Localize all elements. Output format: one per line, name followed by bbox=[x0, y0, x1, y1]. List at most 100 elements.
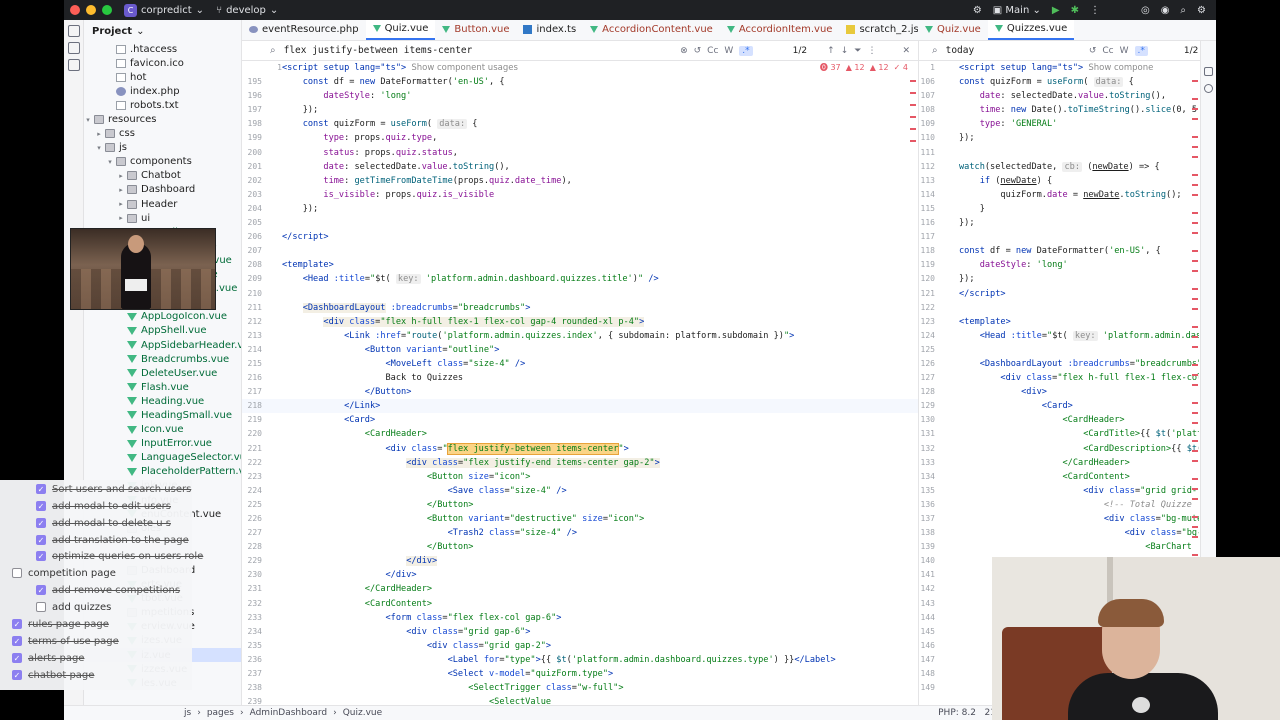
todo-item[interactable]: add quizzes bbox=[36, 599, 111, 615]
regex-toggle[interactable]: .* bbox=[739, 45, 753, 56]
tree-item[interactable]: Breadcrumbs.vue bbox=[84, 352, 241, 366]
error-marker[interactable] bbox=[1192, 326, 1198, 328]
error-marker[interactable] bbox=[1192, 554, 1198, 556]
inspection-summary[interactable]: ⓿ 37 ▲ 12 ▲ 12 ✓ 4 bbox=[820, 61, 908, 75]
left-search-input[interactable]: flex justify-between items-center bbox=[284, 45, 680, 56]
error-marker[interactable] bbox=[1192, 526, 1198, 528]
editor-tab[interactable]: Quizzes.vue bbox=[987, 20, 1075, 40]
show-usages-link[interactable]: Show component usages bbox=[411, 63, 518, 73]
editor-tab[interactable]: Quiz.vue bbox=[365, 20, 436, 40]
expand-arrow-icon[interactable]: ▾ bbox=[84, 116, 92, 124]
todo-checkbox[interactable]: ✓ bbox=[12, 619, 22, 629]
error-marker[interactable] bbox=[1192, 98, 1198, 100]
history-icon[interactable]: ↺ bbox=[694, 46, 702, 56]
tree-item[interactable]: ▸ Dashboard bbox=[84, 183, 241, 197]
editor-tab[interactable]: scratch_2.js bbox=[839, 20, 918, 40]
todo-item[interactable]: ✓ alerts page bbox=[12, 650, 84, 666]
error-marker[interactable] bbox=[1192, 336, 1198, 338]
breadcrumb-item[interactable]: pages bbox=[207, 708, 234, 718]
tree-item[interactable]: .htaccess bbox=[84, 42, 241, 56]
tree-item[interactable]: LanguageSelector.vue bbox=[84, 451, 241, 465]
editor-tab[interactable]: index.ts bbox=[516, 20, 583, 40]
tree-item[interactable]: ▾ components bbox=[84, 155, 241, 169]
error-marker[interactable] bbox=[1192, 260, 1198, 262]
error-marker[interactable] bbox=[1192, 488, 1198, 490]
error-marker[interactable] bbox=[1192, 412, 1198, 414]
error-marker[interactable] bbox=[1192, 270, 1198, 272]
tree-item[interactable]: hot bbox=[84, 70, 241, 84]
tree-item[interactable]: ▾ js bbox=[84, 141, 241, 155]
todo-checkbox[interactable] bbox=[36, 602, 46, 612]
whole-words-toggle[interactable]: W bbox=[724, 46, 733, 56]
todo-checkbox[interactable]: ✓ bbox=[12, 636, 22, 646]
right-search-input[interactable]: today bbox=[946, 45, 1089, 56]
history-icon[interactable]: ↺ bbox=[1089, 46, 1097, 56]
match-case-toggle[interactable]: Cc bbox=[1102, 46, 1113, 56]
error-marker[interactable] bbox=[1192, 222, 1198, 224]
tree-item[interactable]: ▸ css bbox=[84, 127, 241, 141]
editor-tab[interactable]: Button.vue bbox=[435, 20, 516, 40]
todo-checkbox[interactable]: ✓ bbox=[36, 484, 46, 494]
error-marker[interactable] bbox=[1192, 536, 1198, 538]
error-marker[interactable] bbox=[1192, 80, 1198, 82]
error-marker[interactable] bbox=[1192, 498, 1198, 500]
tree-item[interactable]: Flash.vue bbox=[84, 380, 241, 394]
tree-item[interactable]: PlaceholderPattern.vue bbox=[84, 465, 241, 479]
error-marker[interactable] bbox=[1192, 450, 1198, 452]
todo-checkbox[interactable]: ✓ bbox=[12, 653, 22, 663]
commit-tool-icon[interactable] bbox=[67, 42, 80, 54]
todo-checkbox[interactable]: ✓ bbox=[36, 518, 46, 528]
todo-item[interactable]: ✓ add modal to edit users bbox=[36, 498, 171, 514]
error-marker[interactable] bbox=[1192, 422, 1198, 424]
tree-item[interactable]: ▸ ui bbox=[84, 211, 241, 225]
todo-checkbox[interactable]: ✓ bbox=[36, 501, 46, 511]
todo-item[interactable]: ✓ rules page page bbox=[12, 616, 109, 632]
database-icon[interactable] bbox=[1204, 84, 1213, 93]
tree-item[interactable]: ▸ Header bbox=[84, 197, 241, 211]
run-config-selector[interactable]: ▣ Main ⌄ bbox=[993, 5, 1041, 16]
error-marker[interactable] bbox=[1192, 298, 1198, 300]
error-marker[interactable] bbox=[1192, 156, 1198, 158]
todo-item[interactable]: ✓ chatbot page bbox=[12, 667, 94, 683]
todo-checkbox[interactable] bbox=[12, 568, 22, 578]
error-marker[interactable] bbox=[1192, 346, 1198, 348]
todo-checkbox[interactable]: ✓ bbox=[36, 535, 46, 545]
error-marker[interactable] bbox=[1192, 440, 1198, 442]
error-marker[interactable] bbox=[1192, 516, 1198, 518]
todo-item[interactable]: competition page bbox=[12, 565, 116, 581]
search-icon[interactable]: ⌕ bbox=[1180, 5, 1186, 16]
tree-item[interactable]: AppSidebarHeader.vue bbox=[84, 338, 241, 352]
project-selector[interactable]: C corpredict ⌄ bbox=[124, 3, 204, 17]
account-icon[interactable]: ◉ bbox=[1161, 5, 1170, 16]
debug-icon[interactable]: ✱ bbox=[1071, 5, 1079, 16]
previous-match-icon[interactable]: ↑ bbox=[827, 46, 835, 56]
editor-tab[interactable]: Quiz.vue bbox=[918, 20, 988, 40]
error-marker[interactable] bbox=[910, 116, 916, 118]
php-version[interactable]: PHP: 8.2 21 bbox=[938, 708, 996, 718]
error-marker[interactable] bbox=[1192, 212, 1198, 214]
expand-arrow-icon[interactable]: ▸ bbox=[117, 186, 125, 194]
error-marker[interactable] bbox=[910, 92, 916, 94]
todo-item[interactable]: ✓ add translation to the page bbox=[36, 532, 189, 548]
tree-item[interactable]: ▸ Chatbot bbox=[84, 169, 241, 183]
error-marker[interactable] bbox=[1192, 184, 1198, 186]
error-marker[interactable] bbox=[1192, 194, 1198, 196]
show-usages-link[interactable]: Show compone bbox=[1088, 63, 1153, 73]
editor-tab[interactable]: eventResource.php bbox=[242, 20, 366, 40]
structure-tool-icon[interactable] bbox=[67, 59, 80, 71]
project-panel-header[interactable]: Project ⌄ bbox=[84, 20, 241, 42]
expand-arrow-icon[interactable]: ▸ bbox=[95, 130, 103, 138]
clear-icon[interactable]: ⊗ bbox=[680, 46, 688, 56]
build-icon[interactable]: ⚙ bbox=[973, 5, 982, 16]
error-marker[interactable] bbox=[1192, 384, 1198, 386]
tree-item[interactable]: DeleteUser.vue bbox=[84, 366, 241, 380]
error-marker[interactable] bbox=[1192, 136, 1198, 138]
tree-item[interactable]: Icon.vue bbox=[84, 423, 241, 437]
settings-icon[interactable]: ⚙ bbox=[1197, 5, 1206, 16]
expand-arrow-icon[interactable]: ▸ bbox=[117, 200, 125, 208]
breadcrumb-item[interactable]: js bbox=[184, 708, 191, 718]
whole-words-toggle[interactable]: W bbox=[1120, 46, 1129, 56]
editor-tab[interactable]: AccordionContent.vue bbox=[583, 20, 720, 40]
error-marker[interactable] bbox=[1192, 250, 1198, 252]
left-code-editor[interactable]: 1 <script setup lang="ts"> Show componen… bbox=[242, 61, 918, 705]
